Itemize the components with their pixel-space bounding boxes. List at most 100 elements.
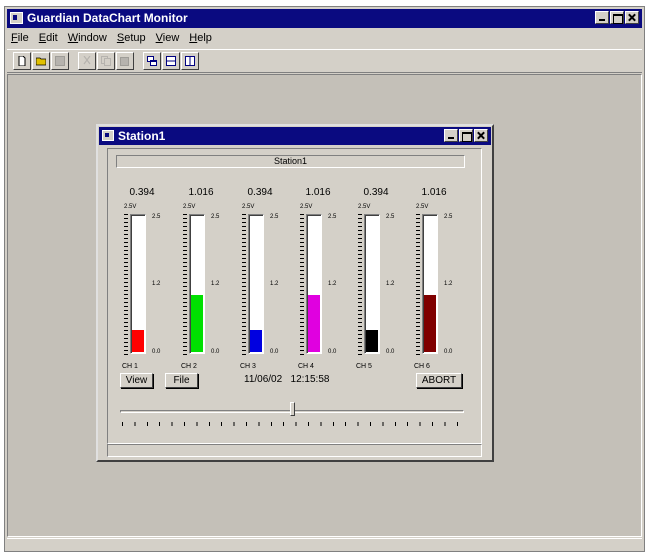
channel-scale-ticks (183, 214, 187, 356)
channel-range-max: 2.5 (211, 214, 220, 220)
save-icon (55, 56, 65, 66)
channel-range-max: 2.5 (152, 214, 161, 220)
menu-edit[interactable]: Edit (39, 32, 58, 44)
channel-range-min: 0.0 (386, 349, 395, 355)
station-panel: Station1 0.394 2.5V 2.5 1.2 0.0 CH 1 1.016 2.5V… (107, 148, 482, 444)
channel-name: CH 1 (122, 363, 138, 370)
channel-bar-fill (132, 330, 144, 352)
save-button[interactable] (51, 52, 69, 70)
station-titlebar[interactable]: Station1 (99, 127, 491, 145)
channel-bar (189, 214, 205, 354)
channel-range-max: 2.5 (270, 214, 279, 220)
channel-bar (130, 214, 146, 354)
channel-name: CH 6 (414, 363, 430, 370)
channel-bar-fill (191, 295, 203, 352)
tile-vertical-icon (185, 56, 195, 66)
menu-window[interactable]: Window (68, 32, 107, 44)
station-status-bar (107, 444, 482, 457)
menu-view[interactable]: View (156, 32, 180, 44)
cascade-windows-icon (147, 56, 157, 66)
copy-button[interactable] (97, 52, 115, 70)
channel-scale-top: 2.5V (183, 204, 196, 210)
channel-bar-fill (308, 295, 320, 352)
channel-scale-top: 2.5V (124, 204, 137, 210)
channel-range-mid: 1.2 (386, 281, 395, 287)
channel-bar (248, 214, 264, 354)
channel-scale-top: 2.5V (242, 204, 255, 210)
channel-value: 0.394 (129, 187, 155, 198)
channel-bar-fill (250, 330, 262, 352)
cut-button[interactable] (78, 52, 96, 70)
channel-name: CH 2 (181, 363, 197, 370)
abort-button[interactable]: ABORT (416, 373, 462, 388)
menu-file[interactable]: File (11, 32, 29, 44)
channel-gauge: 0.394 2.5V 2.5 1.2 0.0 CH 5 (356, 187, 406, 371)
cascade-button[interactable] (143, 52, 161, 70)
toolbar (7, 49, 642, 73)
new-button[interactable] (13, 52, 31, 70)
channel-scale-ticks (124, 214, 128, 356)
channel-name: CH 5 (356, 363, 372, 370)
slider-ticks (122, 422, 464, 426)
station-title: Station1 (118, 129, 166, 143)
app-title: Guardian DataChart Monitor (27, 11, 188, 25)
channel-range-mid: 1.2 (270, 281, 279, 287)
channel-value: 0.394 (247, 187, 273, 198)
new-doc-icon (18, 56, 26, 66)
paste-button[interactable] (116, 52, 134, 70)
channel-bar (422, 214, 438, 354)
station-window-icon (102, 130, 114, 141)
channel-range-mid: 1.2 (211, 281, 220, 287)
cut-icon (83, 56, 91, 65)
open-button[interactable] (32, 52, 50, 70)
tile-vertical-button[interactable] (181, 52, 199, 70)
channel-value: 0.394 (363, 187, 389, 198)
channel-scale-ticks (300, 214, 304, 356)
channel-scale-ticks (416, 214, 420, 356)
channel-range-min: 0.0 (444, 349, 453, 355)
channel-scale-ticks (358, 214, 362, 356)
channel-value: 1.016 (421, 187, 447, 198)
menu-setup[interactable]: Setup (117, 32, 146, 44)
channel-bar (306, 214, 322, 354)
channel-range-mid: 1.2 (328, 281, 337, 287)
channel-name: CH 3 (240, 363, 256, 370)
tile-horizontal-button[interactable] (162, 52, 180, 70)
open-folder-icon (36, 57, 46, 66)
station-maximize-button[interactable] (459, 129, 473, 142)
time-text: 12:15:58 (290, 374, 330, 385)
channel-value: 1.016 (188, 187, 214, 198)
station-minimize-button[interactable] (444, 129, 458, 142)
channel-range-max: 2.5 (328, 214, 337, 220)
channel-range-min: 0.0 (211, 349, 220, 355)
menu-help[interactable]: Help (189, 32, 212, 44)
station-label: Station1 (116, 155, 465, 168)
minimize-button[interactable] (595, 11, 609, 24)
channel-range-mid: 1.2 (152, 281, 161, 287)
app-titlebar[interactable]: Guardian DataChart Monitor (7, 9, 642, 28)
app-icon (10, 12, 23, 24)
channel-scale-top: 2.5V (300, 204, 313, 210)
maximize-button[interactable] (610, 11, 624, 24)
station-window: Station1 Station1 0.394 2.5V 2.5 1.2 0.0 CH 1… (96, 124, 494, 462)
channel-range-min: 0.0 (328, 349, 337, 355)
channel-scale-ticks (242, 214, 246, 356)
channel-bar-fill (366, 330, 378, 352)
close-button[interactable] (625, 11, 639, 24)
station-close-button[interactable] (474, 129, 488, 142)
date-text: 11/06/02 (244, 374, 283, 385)
channel-gauge: 0.394 2.5V 2.5 1.2 0.0 CH 1 (122, 187, 172, 371)
slider-thumb[interactable] (290, 402, 295, 416)
paste-icon (120, 57, 129, 66)
channel-range-min: 0.0 (270, 349, 279, 355)
channel-scale-top: 2.5V (358, 204, 371, 210)
channel-gauge: 1.016 2.5V 2.5 1.2 0.0 CH 6 (414, 187, 464, 371)
channel-range-max: 2.5 (386, 214, 395, 220)
channel-range-min: 0.0 (152, 349, 161, 355)
menubar: File Edit Window Setup View Help (7, 29, 642, 47)
file-button[interactable]: File (165, 373, 198, 388)
channel-name: CH 4 (298, 363, 314, 370)
view-button[interactable]: View (120, 373, 153, 388)
datetime-readout: 11/06/02 12:15:58 (244, 374, 329, 385)
channel-gauge: 1.016 2.5V 2.5 1.2 0.0 CH 4 (298, 187, 348, 371)
